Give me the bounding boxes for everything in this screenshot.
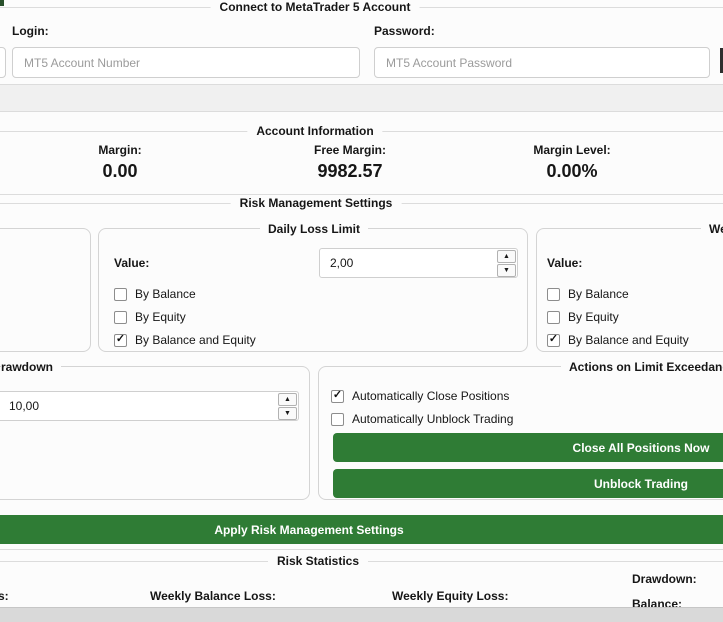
section-title-risk-stats: Risk Statistics (267, 554, 369, 568)
checkbox-icon[interactable]: ✓ (114, 332, 127, 347)
weekly-by-equity-checkbox[interactable]: By Equity (547, 310, 619, 324)
checkbox-icon[interactable] (114, 287, 127, 301)
daily-value-input[interactable] (319, 248, 518, 278)
password-input[interactable] (374, 47, 710, 78)
checkbox-icon[interactable] (331, 412, 344, 426)
cut-off-groupbox (0, 228, 91, 352)
stat-free-margin: Free Margin: 9982.57 (314, 143, 386, 181)
groupbox-title: Wee (701, 222, 723, 236)
bottom-band (0, 607, 723, 622)
weekly-loss-limit-groupbox: Wee Value: By Balance By Equity ✓ By Bal… (536, 222, 723, 352)
checkbox-icon[interactable] (547, 287, 560, 301)
weekly-value-label: Value: (547, 256, 583, 270)
divider (0, 194, 723, 195)
checkbox-label: By Balance (568, 287, 629, 301)
chevron-up-icon: ▲ (284, 396, 291, 403)
login-label: Login: (12, 24, 49, 38)
daily-value-label: Value: (114, 256, 150, 270)
daily-by-equity-checkbox[interactable]: By Equity (114, 310, 186, 324)
divider (0, 549, 723, 550)
checkbox-label: By Balance (135, 287, 196, 301)
drawdown-groupbox: rawdown ▲ ▼ (0, 360, 310, 500)
checkbox-label: By Balance and Equity (135, 333, 256, 347)
check-icon: ✓ (332, 388, 343, 401)
chevron-down-icon: ▼ (503, 267, 510, 274)
chevron-down-icon: ▼ (284, 410, 291, 417)
app-window: Connect to MetaTrader 5 Account Login: P… (0, 0, 723, 622)
cut-off-stat-label: s: (0, 589, 9, 603)
button-label: Unblock Trading (593, 476, 689, 491)
stat-value: 0.00% (546, 161, 598, 181)
spinner-down-button[interactable]: ▼ (278, 407, 297, 420)
actions-groupbox: Actions on Limit Exceedance ✓ Automatica… (318, 360, 723, 500)
stat-label: Margin: (98, 143, 142, 157)
groupbox-title: Daily Loss Limit (259, 222, 369, 236)
weekly-by-balance-checkbox[interactable]: By Balance (547, 287, 629, 301)
check-icon: ✓ (115, 332, 126, 345)
drawdown-stat-label: Drawdown: (632, 572, 697, 586)
groupbox-title: rawdown (1, 360, 62, 374)
weekly-equity-loss-label: Weekly Equity Loss: (392, 589, 509, 603)
checkbox-label: Automatically Unblock Trading (352, 412, 514, 426)
checkbox-icon[interactable]: ✓ (547, 332, 560, 347)
checkbox-icon[interactable] (547, 310, 560, 324)
login-input[interactable] (12, 47, 360, 78)
daily-by-balance-equity-checkbox[interactable]: ✓ By Balance and Equity (114, 333, 256, 347)
separator-band (0, 85, 723, 112)
checkbox-label: Automatically Close Positions (352, 389, 510, 403)
checkbox-icon[interactable] (114, 310, 127, 324)
button-label: Apply Risk Management Settings (214, 522, 404, 537)
checkbox-icon[interactable]: ✓ (331, 388, 344, 403)
auto-unblock-trading-checkbox[interactable]: Automatically Unblock Trading (331, 412, 513, 426)
chevron-up-icon: ▲ (503, 253, 510, 260)
daily-by-balance-checkbox[interactable]: By Balance (114, 287, 196, 301)
section-title-connect: Connect to MetaTrader 5 Account (210, 0, 420, 14)
checkbox-label: By Equity (135, 310, 186, 324)
weekly-by-balance-equity-checkbox[interactable]: ✓ By Balance and Equity (547, 333, 689, 347)
check-icon: ✓ (548, 332, 559, 345)
section-title-account-info: Account Information (247, 124, 383, 138)
daily-loss-limit-groupbox: Daily Loss Limit Value: ▲ ▼ By Balance B… (98, 222, 528, 352)
stat-margin-level: Margin Level: 0.00% (533, 143, 610, 181)
stat-label: Free Margin: (313, 143, 387, 157)
spinner-up-button[interactable]: ▲ (497, 250, 516, 263)
cut-off-corner-fragment (0, 0, 4, 6)
stat-value: 9982.57 (317, 161, 383, 181)
weekly-balance-loss-label: Weekly Balance Loss: (150, 589, 276, 603)
stat-label: Margin Level: (533, 143, 611, 157)
checkbox-label: By Balance and Equity (568, 333, 689, 347)
button-label: Close All Positions Now (572, 440, 710, 455)
section-title-risk-settings: Risk Management Settings (230, 196, 402, 210)
stat-value: 0.00 (102, 161, 138, 181)
unblock-trading-button[interactable]: Unblock Trading (333, 469, 723, 498)
stat-margin: Margin: 0.00 (98, 143, 141, 181)
apply-risk-settings-button[interactable]: Apply Risk Management Settings (0, 515, 723, 544)
drawdown-value-input[interactable] (0, 391, 299, 421)
password-label: Password: (374, 24, 435, 38)
groupbox-title: Actions on Limit Exceedance (561, 360, 723, 374)
checkbox-label: By Equity (568, 310, 619, 324)
spinner-up-button[interactable]: ▲ (278, 393, 297, 406)
cut-off-field-fragment[interactable] (0, 47, 6, 78)
spinner-down-button[interactable]: ▼ (497, 264, 516, 277)
close-all-positions-button[interactable]: Close All Positions Now (333, 433, 723, 462)
auto-close-positions-checkbox[interactable]: ✓ Automatically Close Positions (331, 389, 509, 403)
